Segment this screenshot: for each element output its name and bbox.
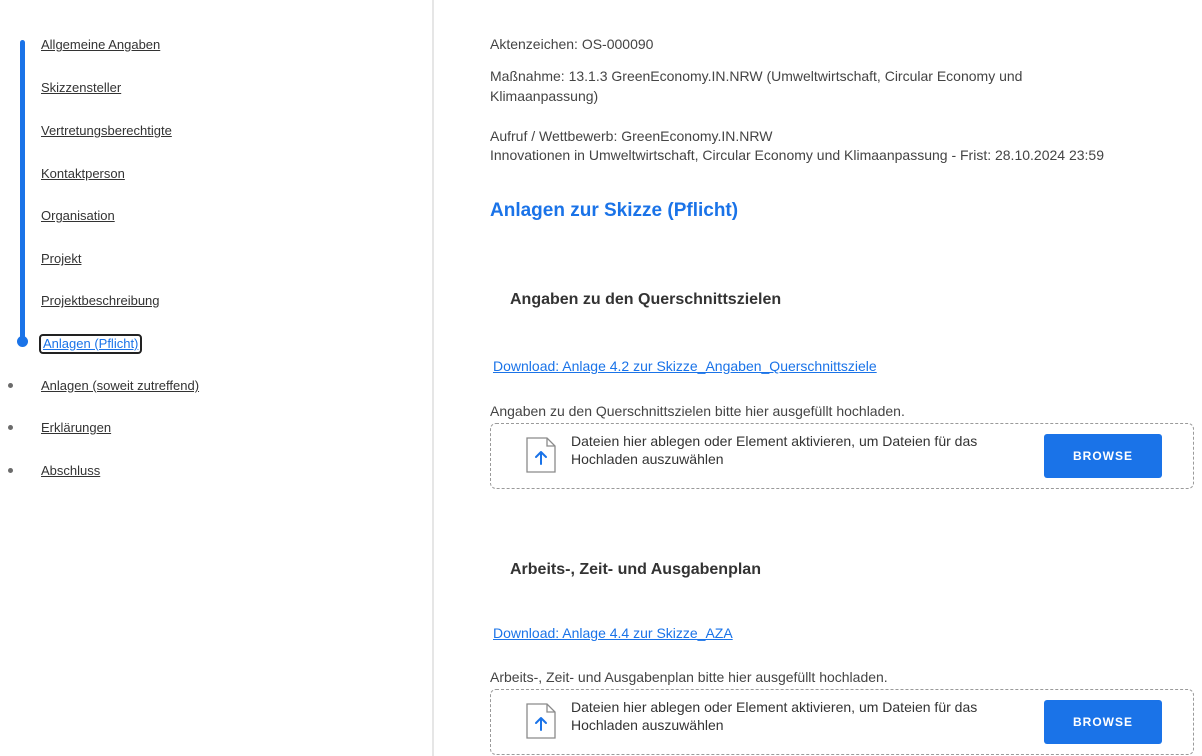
sidebar-item-skizzensteller[interactable]: Skizzensteller: [41, 80, 121, 96]
attachment-title: Angaben zu den Querschnittszielen: [510, 291, 782, 308]
upload-hint: Arbeits-, Zeit- und Ausgabenplan bitte h…: [490, 669, 888, 685]
dropzone-text: Dateien hier ablegen oder Element aktivi…: [571, 433, 978, 467]
file-dropzone[interactable]: Dateien hier ablegen oder Element aktivi…: [490, 689, 1194, 755]
browse-button[interactable]: BROWSE: [1044, 700, 1162, 744]
sidebar-item-projektbeschreibung[interactable]: Projektbeschreibung: [41, 293, 160, 309]
sidebar-item-allgemeine-angaben[interactable]: Allgemeine Angaben: [41, 37, 160, 53]
sidebar-nav: Allgemeine Angaben Skizzensteller Vertre…: [0, 0, 432, 756]
progress-current-dot: [17, 336, 28, 347]
sidebar-item-kontaktperson[interactable]: Kontaktperson: [41, 166, 125, 182]
massnahme-line-2: Klimaanpassung): [490, 88, 599, 104]
bullet-icon: [8, 383, 13, 388]
sidebar-item-anlagen-pflicht[interactable]: Anlagen (Pflicht): [39, 334, 143, 354]
sidebar-item-vertretungsberechtigte[interactable]: Vertretungsberechtigte: [41, 123, 172, 139]
sidebar-item-projekt[interactable]: Projekt: [41, 251, 81, 267]
sidebar-item-erklaerungen[interactable]: Erklärungen: [41, 420, 111, 436]
file-upload-icon: [526, 437, 556, 473]
bullet-icon: [8, 425, 13, 430]
sidebar-item-anlagen-soweit-zutreffend[interactable]: Anlagen (soweit zutreffend): [41, 378, 199, 394]
download-link-querschnittsziele[interactable]: Download: Anlage 4.2 zur Skizze_Angaben_…: [493, 358, 877, 374]
progress-rail: [20, 40, 25, 340]
main-content: Aktenzeichen: OS-000090 Maßnahme: 13.1.3…: [490, 0, 1202, 756]
aufruf-line-2: Innovationen in Umweltwirtschaft, Circul…: [490, 147, 1104, 163]
file-dropzone[interactable]: Dateien hier ablegen oder Element aktivi…: [490, 423, 1194, 489]
attachment-title: Arbeits-, Zeit- und Ausgabenplan: [510, 561, 761, 578]
sidebar-item-organisation[interactable]: Organisation: [41, 208, 115, 224]
aufruf-line-1: Aufruf / Wettbewerb: GreenEconomy.IN.NRW: [490, 128, 773, 144]
sidebar-item-abschluss[interactable]: Abschluss: [41, 463, 100, 479]
download-link-aza[interactable]: Download: Anlage 4.4 zur Skizze_AZA: [493, 625, 733, 641]
bullet-icon: [8, 468, 13, 473]
section-title: Anlagen zur Skizze (Pflicht): [490, 200, 739, 221]
aktenzeichen: Aktenzeichen: OS-000090: [490, 36, 654, 52]
sidebar-divider: [432, 0, 434, 756]
upload-hint: Angaben zu den Querschnittszielen bitte …: [490, 403, 905, 419]
file-upload-icon: [526, 703, 556, 739]
massnahme-line-1: Maßnahme: 13.1.3 GreenEconomy.IN.NRW (Um…: [490, 68, 1023, 84]
browse-button[interactable]: BROWSE: [1044, 434, 1162, 478]
dropzone-text: Dateien hier ablegen oder Element aktivi…: [571, 699, 978, 733]
